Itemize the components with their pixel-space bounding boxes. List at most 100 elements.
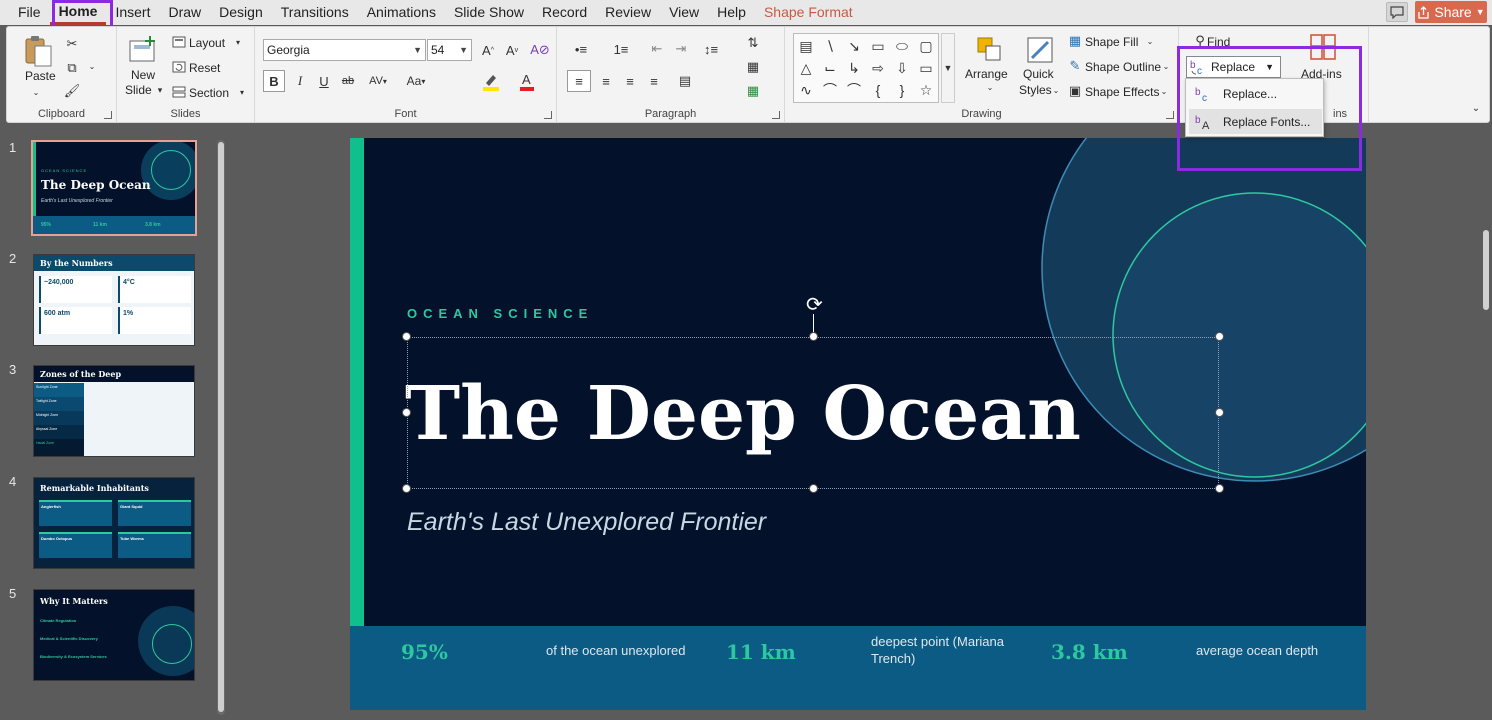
right-arrow-shape-icon[interactable]: ⇨ — [868, 58, 888, 78]
underline-button[interactable]: U — [313, 70, 335, 92]
elbow-arrow-icon[interactable]: ↳ — [844, 58, 864, 78]
clear-formatting-icon[interactable]: A⊘ — [529, 39, 551, 61]
stat-value[interactable]: 95% — [401, 640, 448, 664]
arrow-line-shape-icon[interactable]: ↘ — [844, 36, 864, 56]
text-direction-icon[interactable]: ⇅ — [739, 33, 767, 53]
pen-outline-icon[interactable]: ✎ — [1067, 58, 1083, 74]
comments-button[interactable] — [1386, 2, 1408, 22]
stat-label[interactable]: deepest point (Mariana — [871, 633, 1004, 650]
section-icon[interactable] — [171, 85, 187, 99]
decrease-font-size-icon[interactable]: Av — [501, 39, 523, 61]
menu-item-replace[interactable]: bc Replace... — [1189, 81, 1322, 106]
arrange-button[interactable]: Arrange — [965, 67, 1008, 81]
section-button[interactable]: Section — [189, 86, 229, 100]
tab-shape-format[interactable]: Shape Format — [755, 0, 862, 25]
new-slide-icon[interactable] — [127, 33, 159, 65]
resize-handle-e[interactable] — [1215, 408, 1224, 417]
character-spacing-button[interactable]: AV ▾ — [363, 70, 393, 92]
columns-icon[interactable]: ▤ — [671, 70, 699, 92]
bullets-icon[interactable]: •≡ — [567, 39, 595, 59]
chevron-down-icon[interactable]: ⌄ — [1161, 61, 1171, 71]
freeform-shape-icon[interactable]: ∿ — [796, 80, 816, 100]
font-name-combo[interactable]: Georgia ▼ — [263, 39, 426, 61]
highlight-color-button[interactable] — [477, 70, 507, 92]
resize-handle-nw[interactable] — [402, 332, 411, 341]
copy-icon[interactable]: ⧉ — [63, 59, 81, 77]
chevron-down-icon[interactable]: ⌄ — [87, 61, 97, 71]
new-slide-label[interactable]: New — [131, 68, 155, 82]
eyebrow-text[interactable]: OCEAN SCIENCE — [407, 306, 593, 321]
thumbnail-scrollbar-thumb[interactable] — [218, 142, 224, 712]
search-icon[interactable]: ⚲ — [1193, 33, 1207, 49]
tab-review[interactable]: Review — [596, 0, 660, 25]
smartart-icon[interactable]: ▦ — [739, 81, 767, 101]
arc-shape-icon[interactable]: ⌒ — [820, 80, 840, 100]
curve-shape-icon[interactable]: ⌒ — [844, 80, 864, 100]
slide-thumbnail-1[interactable]: OCEAN SCIENCE The Deep Ocean Earth's Las… — [31, 140, 197, 236]
numbering-icon[interactable]: 1≡ — [607, 39, 635, 59]
increase-font-size-icon[interactable]: A ^ — [477, 39, 499, 61]
flowchart-shape-icon[interactable]: ▭ — [916, 58, 936, 78]
bold-button[interactable]: B — [263, 70, 285, 92]
change-case-button[interactable]: Aa ▾ — [401, 70, 431, 92]
slide-canvas[interactable]: OCEAN SCIENCE The Deep Ocean Earth's Las… — [350, 138, 1366, 710]
left-brace-icon[interactable]: { — [868, 80, 888, 100]
reset-icon[interactable] — [171, 60, 187, 74]
tab-insert[interactable]: Insert — [106, 0, 159, 25]
shape-fill-button[interactable]: Shape Fill — [1085, 35, 1138, 49]
paste-label[interactable]: Paste — [25, 69, 56, 83]
reset-button[interactable]: Reset — [189, 61, 220, 75]
triangle-shape-icon[interactable]: △ — [796, 58, 816, 78]
resize-handle-w[interactable] — [402, 408, 411, 417]
dialog-launcher-icon[interactable] — [772, 111, 780, 119]
editor-scrollbar-thumb[interactable] — [1483, 230, 1489, 310]
slide-thumbnail-2[interactable]: By the Numbers ~240,000 4°C 600 atm 1% — [33, 254, 195, 346]
dialog-launcher-icon[interactable] — [544, 111, 552, 119]
gallery-more-icon[interactable]: ▼ — [941, 33, 955, 103]
addins-icon[interactable] — [1309, 33, 1337, 61]
tab-animations[interactable]: Animations — [358, 0, 445, 25]
resize-handle-n[interactable] — [809, 332, 818, 341]
quick-styles-label-2[interactable]: Styles — [1019, 83, 1052, 97]
line-spacing-icon[interactable]: ↕≡ — [697, 39, 725, 59]
replace-split-button[interactable]: bc Replace ▼ — [1186, 56, 1281, 78]
tab-home[interactable]: Home — [49, 0, 107, 25]
resize-handle-sw[interactable] — [402, 484, 411, 493]
chevron-down-icon[interactable]: ▼ — [459, 40, 468, 60]
chevron-down-icon[interactable]: ⌄ — [1145, 36, 1155, 46]
shape-outline-button[interactable]: Shape Outline — [1085, 60, 1161, 74]
tab-transitions[interactable]: Transitions — [272, 0, 358, 25]
stat-label-line-2[interactable]: Trench) — [871, 650, 915, 667]
collapse-ribbon-icon[interactable]: ⌄ — [1469, 101, 1483, 115]
chevron-down-icon[interactable]: ⌄ — [31, 87, 41, 97]
rotate-handle-icon[interactable]: ⟳ — [806, 292, 823, 317]
layout-icon[interactable] — [171, 35, 187, 49]
stat-label[interactable]: average ocean depth — [1196, 642, 1318, 659]
tab-design[interactable]: Design — [210, 0, 272, 25]
decrease-indent-icon[interactable]: ⇤ — [647, 39, 667, 59]
chevron-down-icon[interactable]: ▾ — [237, 87, 247, 97]
stat-value[interactable]: 11 km — [726, 640, 796, 664]
dialog-launcher-icon[interactable] — [104, 111, 112, 119]
font-color-button[interactable]: A — [513, 70, 543, 92]
arrange-icon[interactable] — [975, 35, 1005, 65]
star-shape-icon[interactable]: ☆ — [916, 80, 936, 100]
slide-thumbnail-4[interactable]: Remarkable Inhabitants Anglerfish Giant … — [33, 477, 195, 569]
paint-bucket-icon[interactable]: ▦ — [1067, 33, 1083, 49]
shape-effects-button[interactable]: Shape Effects — [1085, 85, 1160, 99]
slide-thumbnail-5[interactable]: Why It Matters Climate Regulation Medica… — [33, 589, 195, 681]
shapes-gallery[interactable]: ▤ ∖ ↘ ▭ ⬭ ▢ △ ⌙ ↳ ⇨ ⇩ ▭ ∿ ⌒ ⌒ { } ☆ — [793, 33, 939, 103]
elbow-connector-icon[interactable]: ⌙ — [820, 58, 840, 78]
shape-effects-icon[interactable]: ▣ — [1067, 83, 1083, 99]
stat-label[interactable]: of the ocean unexplored — [546, 642, 686, 659]
layout-button[interactable]: Layout — [189, 36, 225, 50]
tab-file[interactable]: File — [9, 0, 50, 25]
justify-icon[interactable]: ≡ — [643, 70, 665, 92]
align-right-icon[interactable]: ≡ — [619, 70, 641, 92]
chevron-down-icon[interactable]: ▼ — [413, 40, 422, 60]
chevron-down-icon[interactable]: ⌄ — [1159, 86, 1169, 96]
format-painter-icon[interactable]: 🖌 — [63, 82, 81, 100]
down-arrow-shape-icon[interactable]: ⇩ — [892, 58, 912, 78]
line-shape-icon[interactable]: ∖ — [820, 36, 840, 56]
right-brace-icon[interactable]: } — [892, 80, 912, 100]
